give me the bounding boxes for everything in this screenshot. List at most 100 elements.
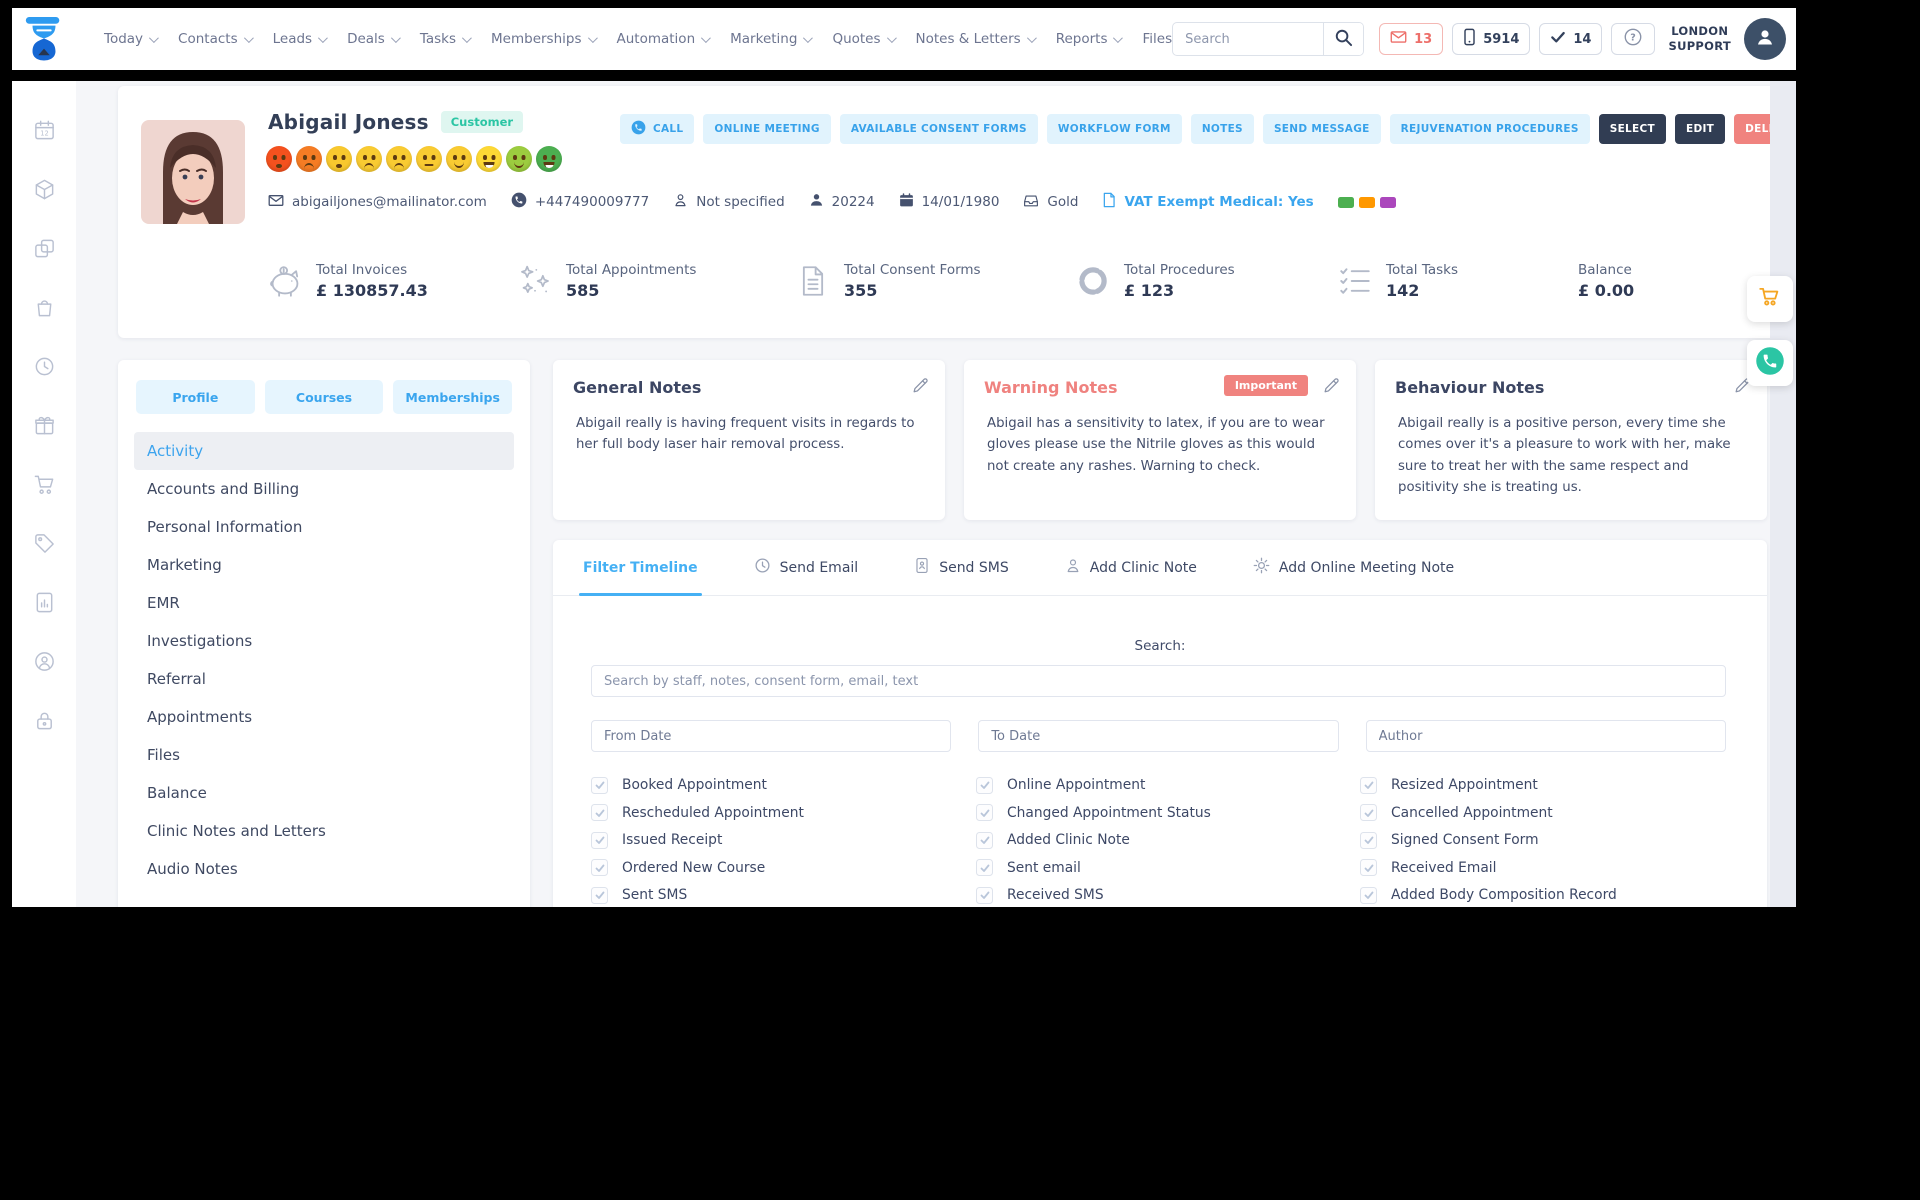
- sidebar-item[interactable]: Investigations: [134, 622, 514, 660]
- help-badge[interactable]: ?: [1611, 23, 1656, 55]
- filter-checkbox-row[interactable]: Cancelled Appointment: [1360, 804, 1747, 822]
- checkbox[interactable]: [976, 859, 993, 876]
- tab-add-clinic-note[interactable]: Add Clinic Note: [1065, 540, 1197, 595]
- call-button[interactable]: CALL: [620, 114, 695, 144]
- sidebar-item[interactable]: Accounts and Billing: [134, 470, 514, 508]
- sidebar-item[interactable]: Marketing: [134, 546, 514, 584]
- history-clock-icon[interactable]: [33, 355, 56, 378]
- filter-checkbox-row[interactable]: Added Body Composition Record: [1360, 886, 1747, 904]
- padlock-icon[interactable]: [33, 709, 56, 732]
- to-date-input[interactable]: [978, 720, 1339, 752]
- satisfaction-emoji[interactable]: [416, 146, 442, 172]
- customer-phone[interactable]: +447490009777: [511, 192, 649, 212]
- tab-add-online-meeting-note[interactable]: Add Online Meeting Note: [1253, 540, 1454, 595]
- nav-item[interactable]: Tasks: [420, 31, 472, 47]
- checkbox[interactable]: [591, 804, 608, 821]
- filter-checkbox-row[interactable]: Sent email: [976, 859, 1360, 877]
- package-icon[interactable]: [33, 178, 56, 201]
- filter-checkbox-row[interactable]: Received SMS: [976, 886, 1360, 904]
- timeline-search-input[interactable]: [591, 665, 1726, 697]
- nav-item[interactable]: Marketing: [730, 31, 814, 47]
- satisfaction-emoji[interactable]: [266, 146, 292, 172]
- search-input[interactable]: [1173, 31, 1324, 47]
- satisfaction-emoji[interactable]: [506, 146, 532, 172]
- workflow-form-button[interactable]: WORKFLOW FORM: [1046, 114, 1182, 144]
- tab-filter-timeline[interactable]: Filter Timeline: [579, 540, 702, 596]
- filter-checkbox-row[interactable]: Resized Appointment: [1360, 776, 1747, 794]
- calendar-12-icon[interactable]: 12: [33, 119, 56, 142]
- sidebar-item[interactable]: EMR: [134, 584, 514, 622]
- edit-button[interactable]: EDIT: [1674, 114, 1726, 144]
- satisfaction-emoji[interactable]: [446, 146, 472, 172]
- author-input[interactable]: [1365, 720, 1726, 752]
- available-consent-forms-button[interactable]: AVAILABLE CONSENT FORMS: [839, 114, 1038, 144]
- send-message-button[interactable]: SEND MESSAGE: [1262, 114, 1381, 144]
- checkbox[interactable]: [591, 831, 608, 849]
- checkbox[interactable]: [591, 776, 608, 794]
- tab-profile[interactable]: Profile: [136, 380, 255, 414]
- nav-item[interactable]: Deals: [347, 31, 401, 47]
- support-person-icon[interactable]: [33, 650, 56, 673]
- gift-icon[interactable]: [33, 414, 56, 437]
- sidebar-item[interactable]: Files: [134, 736, 514, 774]
- mail-badge[interactable]: 13: [1379, 23, 1444, 55]
- app-logo-icon[interactable]: [22, 14, 66, 64]
- satisfaction-emoji[interactable]: [296, 146, 322, 172]
- customer-photo[interactable]: [141, 120, 245, 224]
- satisfaction-emoji[interactable]: [356, 146, 382, 172]
- report-chart-icon[interactable]: [33, 591, 56, 614]
- checkbox[interactable]: [976, 831, 993, 849]
- user-avatar[interactable]: [1744, 18, 1787, 60]
- nav-item[interactable]: Quotes: [832, 31, 897, 47]
- notes-button[interactable]: NOTES: [1190, 114, 1254, 144]
- price-tag-icon[interactable]: [33, 532, 56, 555]
- tab-memberships[interactable]: Memberships: [393, 380, 513, 414]
- sidebar-item[interactable]: Personal Information: [134, 508, 514, 546]
- nav-item[interactable]: Files: [1142, 31, 1172, 47]
- tab-send-sms[interactable]: Send SMS: [914, 540, 1009, 595]
- filter-checkbox-row[interactable]: Booked Appointment: [591, 776, 976, 794]
- sidebar-item[interactable]: Balance: [134, 774, 514, 812]
- sidebar-item[interactable]: Clinic Notes and Letters: [134, 812, 514, 850]
- sidebar-item[interactable]: Appointments: [134, 698, 514, 736]
- filter-checkbox-row[interactable]: Issued Receipt: [591, 831, 976, 849]
- filter-checkbox-row[interactable]: Sent SMS: [591, 886, 976, 904]
- checkbox[interactable]: [1360, 886, 1377, 904]
- customer-email[interactable]: abigailjones@mailinator.com: [268, 194, 487, 211]
- filter-checkbox-row[interactable]: Signed Consent Form: [1360, 831, 1747, 849]
- tab-courses[interactable]: Courses: [264, 380, 384, 414]
- shopping-bag-icon[interactable]: [33, 296, 56, 319]
- phone-badge[interactable]: 5914: [1452, 23, 1531, 55]
- filter-checkbox-row[interactable]: Rescheduled Appointment: [591, 804, 976, 822]
- satisfaction-emoji[interactable]: [326, 146, 352, 172]
- nav-item[interactable]: Reports: [1056, 31, 1124, 47]
- select-button[interactable]: SELECT: [1598, 114, 1666, 144]
- checkbox[interactable]: [1360, 859, 1377, 876]
- sidebar-item[interactable]: Activity: [134, 432, 514, 470]
- satisfaction-emoji[interactable]: [476, 146, 502, 172]
- filter-checkbox-row[interactable]: Changed Appointment Status: [976, 804, 1360, 822]
- checkbox[interactable]: [976, 804, 993, 821]
- checkbox[interactable]: [1360, 831, 1377, 849]
- checkbox[interactable]: [1360, 776, 1377, 794]
- nav-item[interactable]: Memberships: [491, 31, 598, 47]
- filter-checkbox-row[interactable]: Online Appointment: [976, 776, 1360, 794]
- rejuvenation-procedures-button[interactable]: REJUVENATION PROCEDURES: [1389, 114, 1590, 144]
- checkbox[interactable]: [1360, 804, 1377, 821]
- checkbox[interactable]: [591, 886, 608, 904]
- checkbox[interactable]: [976, 886, 993, 904]
- edit-pencil-icon[interactable]: [911, 376, 929, 394]
- filter-checkbox-row[interactable]: Received Email: [1360, 859, 1747, 877]
- satisfaction-emoji[interactable]: [386, 146, 412, 172]
- scrollbar[interactable]: [1770, 81, 1796, 907]
- edit-pencil-icon[interactable]: [1322, 376, 1340, 394]
- from-date-input[interactable]: [591, 720, 952, 752]
- cart-icon[interactable]: [33, 473, 56, 496]
- nav-item[interactable]: Leads: [273, 31, 328, 47]
- floating-whatsapp-button[interactable]: [1747, 340, 1793, 386]
- filter-checkbox-row[interactable]: Ordered New Course: [591, 859, 976, 877]
- floating-cart-button[interactable]: [1747, 276, 1793, 322]
- satisfaction-emoji[interactable]: [536, 146, 562, 172]
- filter-checkbox-row[interactable]: Added Clinic Note: [976, 831, 1360, 849]
- search-button[interactable]: [1323, 23, 1364, 55]
